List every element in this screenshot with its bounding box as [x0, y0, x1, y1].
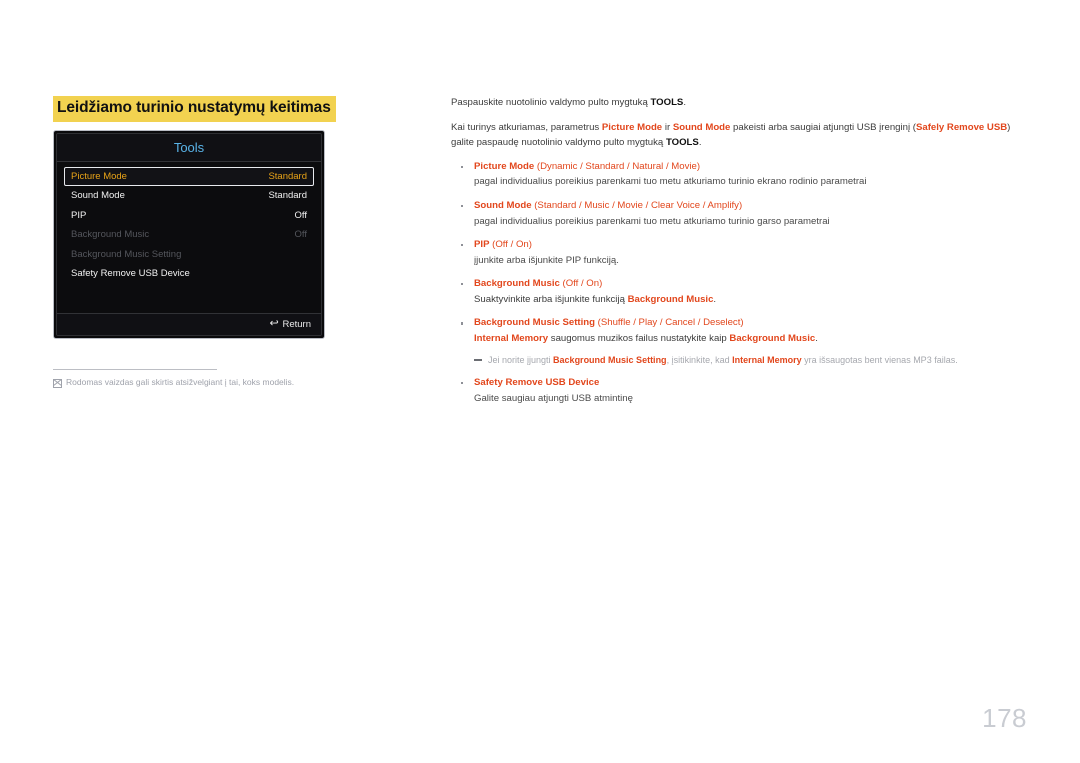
list-item-picture-mode: Picture Mode (Dynamic / Standard / Natur… — [451, 160, 1019, 191]
option-desc-mid: saugomus muzikos failus nustatykite kaip — [548, 333, 730, 345]
list-item-background-music: Background Music (Off / On) Suaktyvinkit… — [451, 277, 1019, 308]
tools-osd-panel: Tools Picture Mode Standard Sound Mode S… — [53, 129, 325, 339]
desc-part-5: . — [698, 136, 702, 148]
footnote-divider — [53, 368, 217, 370]
desc-tools-emphasis: TOOLS — [665, 136, 699, 148]
desc-part-3: pakeisti arba saugiai atjungti USB įreng… — [730, 121, 916, 133]
option-title: Picture Mode (Dynamic / Standard / Natur… — [474, 160, 1019, 175]
intro-text-pre: Paspauskite nuotolinio valdymo pulto myg… — [451, 97, 651, 108]
osd-row-picture-mode[interactable]: Picture Mode Standard — [64, 166, 314, 187]
option-title: PIP (Off / On) — [474, 238, 1019, 253]
osd-row-label: Sound Mode — [71, 190, 125, 202]
footnote: Rodomas vaizdas gali skirtis atsižvelgia… — [53, 377, 294, 389]
option-title: Background Music (Off / On) — [474, 277, 1019, 292]
return-arrow-icon: ↩ — [269, 317, 279, 330]
option-values: (Off / On) — [489, 239, 532, 251]
option-values: (Dynamic / Standard / Natural / Movie) — [534, 160, 701, 172]
option-desc-post: . — [815, 333, 818, 345]
option-values: (Standard / Music / Movie / Clear Voice … — [531, 199, 743, 211]
option-description: pagal individualius poreikius parenkami … — [474, 176, 867, 188]
option-description: Internal Memory saugomus muzikos failus … — [474, 332, 1019, 347]
list-item-background-music-setting: Background Music Setting (Shuffle / Play… — [451, 316, 1019, 367]
intro-text-post: . — [683, 97, 686, 108]
osd-row-label: Safety Remove USB Device — [71, 268, 190, 280]
subnote: Jei norite įjungti Background Music Sett… — [474, 354, 1019, 368]
return-button[interactable]: ↩ Return — [269, 317, 311, 330]
list-item-sound-mode: Sound Mode (Standard / Music / Movie / C… — [451, 199, 1019, 230]
footnote-text: Rodomas vaizdas gali skirtis atsižvelgia… — [66, 376, 295, 387]
footnote-section: Rodomas vaizdas gali skirtis atsižvelgia… — [53, 368, 294, 389]
option-values: (Shuffle / Play / Cancel / Deselect) — [595, 317, 744, 329]
osd-row-background-music-setting: Background Music Setting — [64, 245, 314, 265]
osd-row-value: Off — [294, 209, 308, 221]
desc-sound-mode-term: Sound Mode — [672, 121, 731, 133]
page-number: 178 — [982, 703, 1027, 733]
return-label: Return — [282, 318, 311, 330]
option-name: Background Music Setting — [474, 317, 595, 329]
option-desc-emphasis-2: Background Music — [729, 333, 816, 345]
list-item-safety-remove-usb-device: Safety Remove USB Device Galite saugiau … — [451, 376, 1019, 407]
description-paragraph: Kai turinys atkuriamas, parametrus Pictu… — [451, 121, 1019, 151]
option-desc-emphasis: Background Music — [627, 294, 714, 306]
option-name: Safety Remove USB Device — [474, 377, 600, 389]
desc-part-2: ir — [662, 121, 673, 133]
option-name: Picture Mode — [474, 160, 535, 172]
option-description: pagal individualius poreikius parenkami … — [474, 215, 830, 227]
option-name: Sound Mode — [474, 199, 532, 211]
osd-row-value: Standard — [268, 190, 307, 202]
note-box-icon — [53, 378, 62, 388]
osd-row-pip[interactable]: PIP Off — [64, 206, 314, 226]
osd-row-label: PIP — [71, 209, 87, 221]
subnote-part-2: , įsitikinkite, kad — [666, 355, 733, 366]
option-title: Background Music Setting (Shuffle / Play… — [474, 316, 1019, 331]
option-desc-pre: Suaktyvinkite arba išjunkite funkciją — [474, 294, 628, 306]
osd-row-label: Background Music — [71, 229, 150, 241]
desc-picture-mode-term: Picture Mode — [601, 121, 663, 133]
intro-paragraph: Paspauskite nuotolinio valdymo pulto myg… — [451, 96, 1019, 111]
list-item-pip: PIP (Off / On) įjunkite arba išjunkite P… — [451, 238, 1019, 269]
osd-row-label: Picture Mode — [71, 170, 127, 182]
option-description: įjunkite arba išjunkite PIP funkciją. — [474, 254, 619, 266]
tools-osd-header: Tools — [57, 133, 321, 162]
subnote-part-1: Jei norite įjungti — [488, 355, 554, 366]
osd-row-value: Off — [294, 229, 308, 241]
tools-osd-inner: Tools Picture Mode Standard Sound Mode S… — [56, 132, 322, 336]
intro-tools-emphasis: TOOLS — [650, 97, 684, 108]
option-name: Background Music — [474, 278, 560, 290]
tools-osd-menu-list: Picture Mode Standard Sound Mode Standar… — [57, 162, 321, 284]
right-column: Paspauskite nuotolinio valdymo pulto myg… — [451, 96, 1019, 407]
osd-row-background-music: Background Music Off — [64, 225, 314, 245]
desc-part-1: Kai turinys atkuriamas, parametrus — [451, 121, 602, 133]
option-title: Sound Mode (Standard / Music / Movie / C… — [474, 199, 1019, 214]
option-description: Galite saugiau atjungti USB atmintinę — [474, 393, 633, 405]
option-desc-emphasis-1: Internal Memory — [474, 333, 549, 345]
options-list: Picture Mode (Dynamic / Standard / Natur… — [451, 160, 1019, 407]
option-title: Safety Remove USB Device — [474, 376, 1019, 391]
option-values: (Off / On) — [559, 278, 603, 290]
option-description: Suaktyvinkite arba išjunkite funkciją Ba… — [474, 293, 1019, 308]
osd-row-label: Background Music Setting — [71, 248, 182, 260]
option-desc-post: . — [713, 294, 717, 306]
osd-row-sound-mode[interactable]: Sound Mode Standard — [64, 186, 314, 206]
subnote-emphasis-2: Internal Memory — [732, 355, 802, 366]
subnote-part-3: yra išsaugotas bent vienas MP3 failas. — [801, 355, 958, 366]
osd-row-safety-remove-usb-device[interactable]: Safety Remove USB Device — [64, 264, 314, 284]
left-column: Leidžiamo turinio nustatymų keitimas Too… — [53, 96, 393, 389]
option-name: PIP — [474, 239, 490, 251]
page-title: Leidžiamo turinio nustatymų keitimas — [53, 96, 336, 122]
subnote-emphasis-1: Background Music Setting — [553, 355, 667, 366]
osd-row-value: Standard — [268, 170, 307, 182]
desc-safely-remove-usb-term: Safely Remove USB — [915, 121, 1008, 133]
tools-osd-footer: ↩ Return — [57, 312, 321, 335]
